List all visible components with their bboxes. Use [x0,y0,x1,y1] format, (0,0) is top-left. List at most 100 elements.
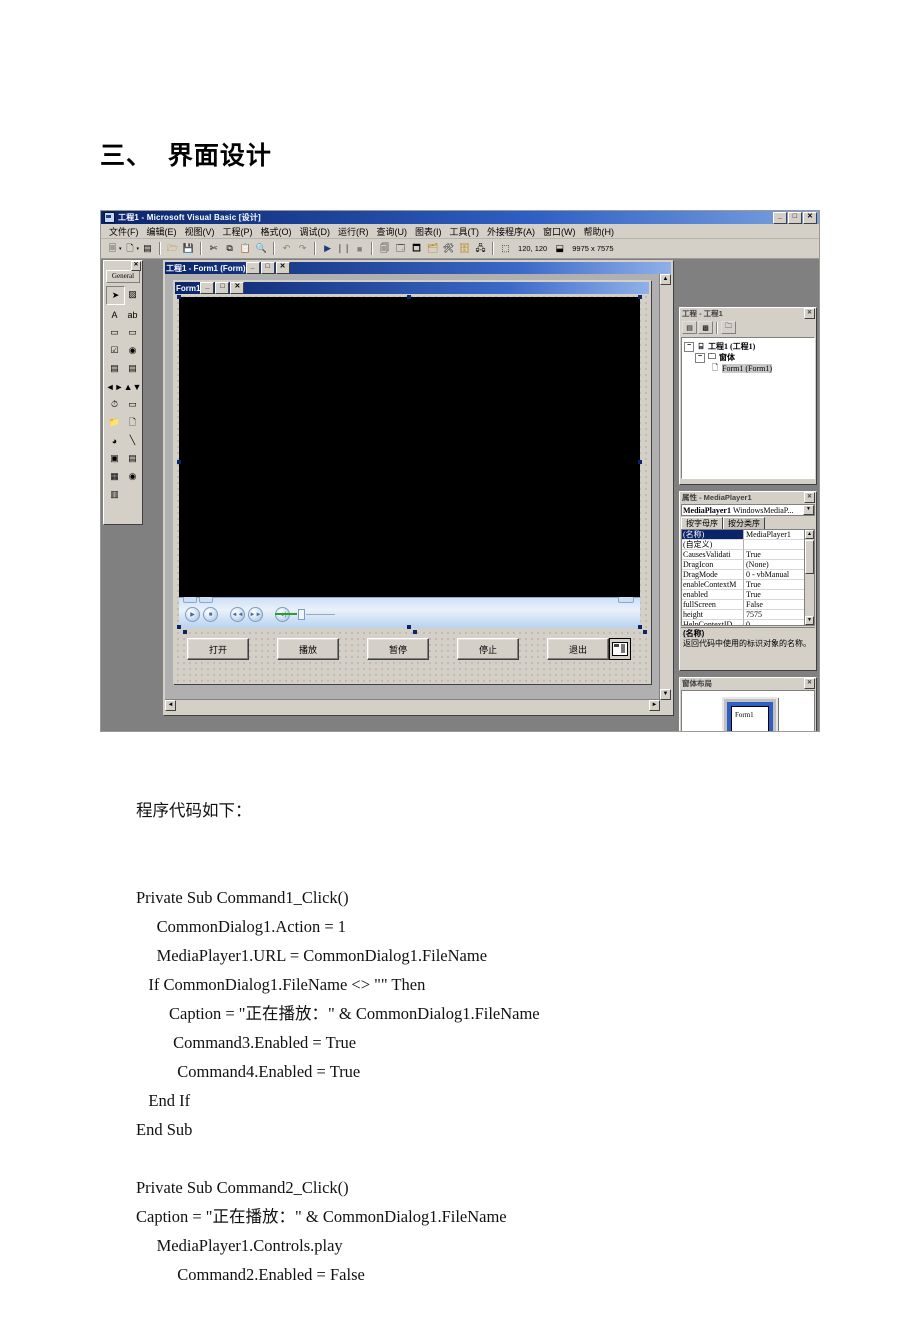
tab-alphabetic[interactable]: 按字母序 [681,517,723,529]
textbox-tool[interactable]: ab [124,306,141,323]
property-row[interactable]: CausesValidati True [682,550,814,560]
property-value[interactable]: (None) [744,560,805,570]
drivelistbox-tool[interactable]: ▭ [124,396,141,413]
image-tool[interactable]: ▣ [106,450,123,467]
form1-maximize-button[interactable]: □ [215,282,230,294]
property-value[interactable]: 0 [744,620,805,625]
selection-handle[interactable] [638,625,642,629]
mp-play-icon[interactable]: ▶ [185,607,200,622]
tab-categorized[interactable]: 按分类序 [723,517,765,529]
selection-handle[interactable] [407,295,411,299]
mp-next-icon[interactable]: ►► [248,607,263,622]
toggle-folders-button[interactable]: 🗀 [721,321,736,334]
exit-button[interactable]: 退出 [547,638,609,660]
shape-tool[interactable]: ◕ [106,432,123,449]
optionbutton-tool[interactable]: ◉ [124,342,141,359]
menu-item-0[interactable]: 文件(F) [105,225,143,238]
properties-close-icon[interactable]: ✕ [804,492,815,503]
commondialog-control-icon[interactable] [609,638,631,660]
selection-handle[interactable] [177,460,181,464]
menu-item-4[interactable]: 格式(O) [257,225,296,238]
project-tree[interactable]: − ⌸ 工程1 (工程1) − 🗀 窗体 🗋 Form1 (Form1) [681,337,815,479]
pause-button[interactable]: 暂停 [367,638,429,660]
hscrollbar-tool[interactable]: ◄► [106,378,124,395]
mediaplayer-tab[interactable] [199,597,213,603]
tree-node[interactable]: − ⌸ 工程1 (工程1) [684,341,812,352]
form-layout-body[interactable]: Form1 [681,690,815,731]
property-value[interactable]: False [744,600,805,610]
project-explorer-icon[interactable]: 🗐 [377,241,392,256]
data-tool[interactable]: ▤ [124,450,141,467]
tree-expander-icon[interactable]: − [684,341,694,352]
add-form-icon[interactable]: 🗋 [123,241,138,256]
properties-scrollbar[interactable]: ▲ ▼ [804,530,814,625]
menu-item-10[interactable]: 外接程序(A) [483,225,539,238]
property-row[interactable]: (自定义) [682,540,814,550]
layout-form-preview[interactable]: Form1 [731,706,769,731]
data-view-icon[interactable]: 🗄 [457,241,472,256]
mp-prev-icon[interactable]: ◄◄ [230,607,245,622]
scroll-down-arrow-icon[interactable]: ▼ [660,689,671,700]
start-icon[interactable]: ▶ [320,241,335,256]
find-icon[interactable]: 🔍 [254,241,269,256]
property-row[interactable]: HelpContextID 0 [682,620,814,625]
cut-icon[interactable]: ✄ [206,241,221,256]
tree-node[interactable]: − 🗀 窗体 [684,352,812,363]
frame-tool[interactable]: ▭ [106,324,123,341]
save-project-icon[interactable]: 💾 [181,241,196,256]
menu-item-1[interactable]: 编辑(E) [143,225,181,238]
menu-item-6[interactable]: 运行(R) [334,225,373,238]
project-explorer-close-icon[interactable]: ✕ [804,308,815,319]
designer-vertical-scrollbar[interactable]: ▲ [659,274,671,700]
chevron-down-icon[interactable]: ▼ [803,505,814,515]
view-object-button[interactable]: ▩ [698,321,713,334]
selection-handle[interactable] [183,630,187,634]
selection-handle[interactable] [643,630,647,634]
commondialog-tool[interactable]: ▥ [106,486,123,503]
open-button[interactable]: 打开 [187,638,249,660]
menu-editor-icon[interactable]: ▤ [140,241,155,256]
mediaplayer-tool[interactable]: ◉ [124,468,141,485]
line-tool[interactable]: ╲ [124,432,141,449]
selection-handle[interactable] [177,625,181,629]
property-value[interactable]: True [744,580,805,590]
undo-icon[interactable]: ↶ [279,241,294,256]
selection-handle[interactable] [638,460,642,464]
properties-scroll-down-icon[interactable]: ▼ [805,616,814,625]
property-row[interactable]: enabled True [682,590,814,600]
property-value[interactable]: True [744,550,805,560]
menu-item-2[interactable]: 视图(V) [181,225,219,238]
component-manager-icon[interactable]: 🖧 [473,241,488,256]
object-browser-icon[interactable]: 🗂 [425,241,440,256]
menu-item-3[interactable]: 工程(P) [219,225,257,238]
selection-handle[interactable] [407,625,411,629]
scroll-right-arrow-icon[interactable]: ► [649,700,660,711]
property-row[interactable]: DragMode 0 - vbManual [682,570,814,580]
selection-handle[interactable] [413,630,417,634]
scroll-left-arrow-icon[interactable]: ◄ [165,700,176,711]
form-layout-icon[interactable]: 🗖 [409,241,424,256]
mp-stop-icon[interactable]: ■ [203,607,218,622]
property-row[interactable]: height 7575 [682,610,814,620]
designer-close-button[interactable]: ✕ [275,262,290,274]
tree-node[interactable]: 🗋 Form1 (Form1) [684,363,812,374]
mediaplayer-volume-slider[interactable] [275,608,335,620]
selection-handle[interactable] [177,295,181,299]
filelistbox-tool[interactable]: 🗋 [124,414,141,431]
menu-item-8[interactable]: 图表(I) [411,225,446,238]
minimize-button[interactable]: _ [773,211,787,224]
ole-tool[interactable]: ▦ [106,468,123,485]
commandbutton-tool[interactable]: ▭ [124,324,141,341]
copy-icon[interactable]: ⧉ [222,241,237,256]
open-project-icon[interactable]: 🗁 [165,241,180,256]
toolbox-tab-general[interactable]: General [106,270,140,283]
dirlistbox-tool[interactable]: 📁 [106,414,123,431]
checkbox-tool[interactable]: ☑ [106,342,123,359]
property-value[interactable]: 0 - vbManual [744,570,805,580]
property-value[interactable]: True [744,590,805,600]
property-row[interactable]: fullScreen False [682,600,814,610]
view-code-button[interactable]: ▤ [682,321,697,334]
property-value[interactable]: MediaPlayer1 [744,530,805,540]
picturebox-tool[interactable]: ▨ [124,286,141,303]
break-icon[interactable]: ❙❙ [336,241,351,256]
